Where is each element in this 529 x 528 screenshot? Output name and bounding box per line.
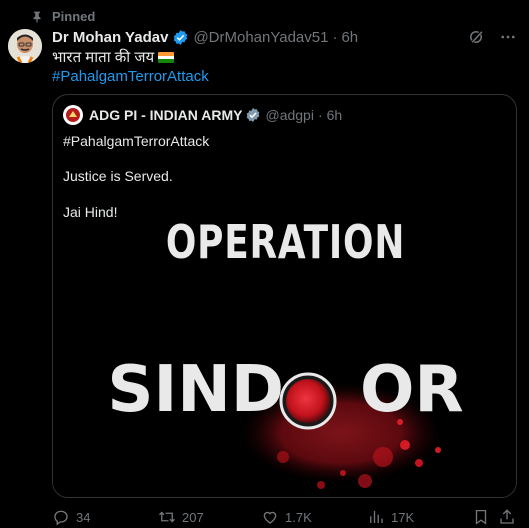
pinned-tweet[interactable]: Pinned Dr Mohan Yadav @DrMohanYadav51 · … bbox=[0, 0, 529, 528]
separator: · bbox=[317, 107, 323, 123]
like-count: 1.7K bbox=[285, 509, 312, 525]
author-name[interactable]: Dr Mohan Yadav bbox=[52, 29, 168, 46]
avatar-image bbox=[8, 29, 42, 63]
operation-sindoor-image[interactable]: OPERATION SIND OR bbox=[53, 215, 516, 497]
tweet-text-line: भारत माता की जय bbox=[52, 49, 155, 66]
reply-icon bbox=[54, 510, 68, 526]
army-emblem-icon bbox=[66, 108, 80, 122]
quoted-timestamp[interactable]: 6h bbox=[327, 107, 343, 123]
quoted-avatar[interactable] bbox=[63, 105, 83, 125]
quoted-author-handle[interactable]: @adgpi bbox=[265, 107, 313, 123]
grok-icon[interactable] bbox=[467, 28, 485, 46]
image-title-sindoor-left: SIND bbox=[107, 353, 284, 427]
pinned-label: Pinned bbox=[52, 8, 96, 24]
quoted-tweet[interactable]: ADG PI - INDIAN ARMY @adgpi · 6h #Pahalg… bbox=[52, 94, 517, 498]
repost-button[interactable]: 207 bbox=[158, 508, 204, 526]
like-icon bbox=[263, 511, 277, 524]
image-title-sindoor: SIND OR bbox=[53, 353, 516, 427]
hashtag-link[interactable]: #PahalgamTerrorAttack bbox=[52, 67, 209, 86]
image-title-sindoor-right: OR bbox=[359, 353, 464, 427]
image-title-operation: OPERATION bbox=[165, 215, 406, 269]
repost-count: 207 bbox=[182, 509, 204, 525]
views-button[interactable]: 17K bbox=[367, 508, 414, 526]
like-button[interactable]: 1.7K bbox=[261, 508, 312, 526]
verified-icon[interactable] bbox=[172, 29, 189, 46]
separator: · bbox=[332, 28, 338, 46]
author-handle[interactable]: @DrMohanYadav51 bbox=[193, 29, 328, 46]
pin-icon bbox=[33, 11, 41, 23]
quoted-tweet-header: ADG PI - INDIAN ARMY @adgpi · 6h bbox=[63, 105, 342, 125]
reply-count: 34 bbox=[76, 509, 91, 525]
bookmark-button[interactable] bbox=[472, 508, 490, 526]
share-button[interactable] bbox=[498, 508, 516, 526]
reply-button[interactable]: 34 bbox=[52, 508, 90, 526]
pinned-indicator: Pinned bbox=[30, 6, 95, 26]
quoted-author-name[interactable]: ADG PI - INDIAN ARMY bbox=[89, 107, 242, 123]
share-icon bbox=[500, 509, 514, 524]
tweet-actions: 34 207 1.7K 17K bbox=[52, 508, 517, 528]
more-icon[interactable] bbox=[499, 28, 517, 46]
quoted-text-line: Justice is Served. bbox=[63, 168, 173, 184]
india-flag-emoji bbox=[158, 52, 175, 63]
quoted-hashtag[interactable]: #PahalgamTerrorAttack bbox=[63, 133, 209, 149]
government-badge-icon[interactable] bbox=[245, 107, 261, 123]
tweet-header: Dr Mohan Yadav @DrMohanYadav51 · 6h bbox=[52, 26, 517, 48]
bookmark-icon bbox=[475, 509, 487, 525]
tweet-text: भारत माता की जय #PahalgamTerrorAttack bbox=[52, 48, 209, 86]
repost-icon bbox=[159, 511, 175, 523]
views-count: 17K bbox=[391, 509, 415, 525]
avatar[interactable] bbox=[8, 29, 42, 63]
timestamp[interactable]: 6h bbox=[341, 29, 358, 46]
views-icon bbox=[370, 511, 383, 523]
